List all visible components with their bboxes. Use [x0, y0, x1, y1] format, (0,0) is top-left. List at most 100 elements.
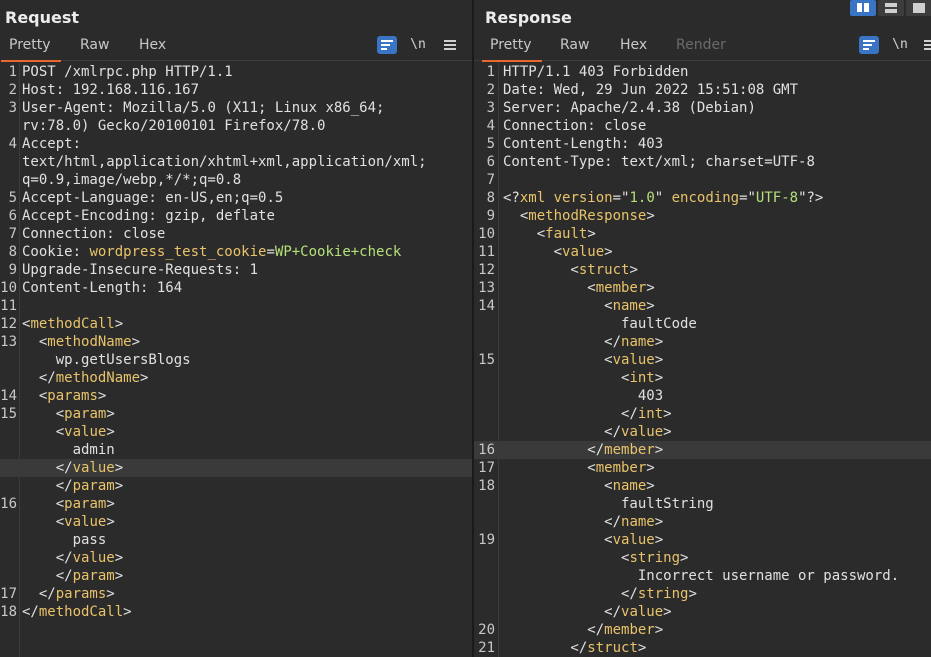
- code-token: >: [663, 406, 672, 422]
- code-token: version: [553, 190, 613, 206]
- code-line: 4 Accept:: [0, 135, 472, 153]
- response-tab-render[interactable]: Render: [676, 37, 726, 53]
- code-token: value: [64, 514, 107, 530]
- code-token: encoding: [671, 190, 740, 206]
- code-line: 10 <fault>: [474, 225, 931, 243]
- code-token: >: [123, 604, 132, 620]
- code-token: <: [503, 352, 613, 368]
- line-code: faultString: [503, 495, 714, 513]
- code-token: Content-Length:: [503, 136, 638, 152]
- code-token: name: [612, 478, 647, 494]
- hamburger-menu-icon[interactable]: [920, 36, 931, 54]
- code-token: </: [503, 424, 622, 440]
- code-token: >: [106, 496, 115, 512]
- code-token: value: [72, 550, 115, 566]
- line-code: <param>: [22, 495, 115, 513]
- line-code: <param>: [22, 405, 115, 423]
- request-tab-raw[interactable]: Raw: [80, 37, 109, 53]
- line-code: admin: [22, 441, 115, 459]
- line-code: </methodCall>: [22, 603, 132, 621]
- code-line: rv:78.0) Gecko/20100101 Firefox/78.0: [0, 117, 472, 135]
- line-number: 14: [478, 298, 495, 314]
- code-token: >: [114, 460, 124, 476]
- code-token: 1.0: [629, 190, 655, 206]
- layout-columns-icon[interactable]: [850, 0, 876, 16]
- request-editor[interactable]: 1 POST /xmlrpc.php HTTP/1.1 2 Host: 192.168…: [0, 62, 472, 657]
- line-code: HTTP/1.1 403 Forbidden: [503, 63, 688, 81]
- line-code: Content-Type: text/xml; charset=UTF-8: [503, 153, 815, 171]
- line-code: </member>: [503, 441, 663, 459]
- code-line: <value>: [0, 423, 472, 441]
- code-token: value: [72, 460, 115, 476]
- code-token: Accept-Encoding:: [22, 208, 166, 224]
- line-code: POST /xmlrpc.php HTTP/1.1: [22, 63, 233, 81]
- code-token: >: [646, 298, 655, 314]
- code-line: admin: [0, 441, 472, 459]
- request-tab-pretty[interactable]: Pretty: [1, 37, 60, 62]
- wrap-lines-icon[interactable]: [859, 36, 879, 54]
- line-number: 21: [478, 640, 495, 656]
- line-number: 13: [478, 280, 495, 296]
- code-token: close: [604, 118, 647, 134]
- code-token: Server:: [503, 100, 571, 116]
- code-token: 192.168.116.167: [72, 82, 200, 98]
- code-token: >: [604, 244, 613, 260]
- code-token: <: [503, 298, 613, 314]
- code-line: <value>: [0, 513, 472, 531]
- code-token: string: [637, 586, 689, 602]
- code-token: Upgrade-Insecure-Requests:: [22, 262, 250, 278]
- line-code: faultCode: [503, 315, 697, 333]
- line-number: 5: [8, 190, 17, 206]
- code-line: 3 User-Agent: Mozilla/5.0 (X11; Linux x86…: [0, 99, 472, 117]
- response-tab-raw[interactable]: Raw: [560, 37, 589, 53]
- line-code: <name>: [503, 477, 655, 495]
- code-line: 19 <value>: [474, 531, 931, 549]
- response-editor[interactable]: 1 HTTP/1.1 403 Forbidden 2 Date: Wed, 29 Ju…: [474, 62, 931, 657]
- line-code: </value>: [503, 423, 672, 441]
- line-code: Accept:: [22, 135, 81, 153]
- layout-tabs-icon[interactable]: [906, 0, 931, 16]
- response-tab-pretty[interactable]: Pretty: [482, 37, 541, 62]
- code-token: Connection:: [503, 118, 605, 134]
- code-line: 16 </member>: [474, 441, 931, 459]
- code-token: >: [106, 424, 115, 440]
- code-line: 15 <value>: [474, 351, 931, 369]
- code-token: gzip, deflate: [165, 208, 275, 224]
- code-token: en-US,en;q=0.5: [165, 190, 284, 206]
- line-number: 9: [486, 208, 495, 224]
- line-code: Date: Wed, 29 Jun 2022 15:51:08 GMT: [503, 81, 798, 99]
- code-token: </: [503, 334, 622, 350]
- line-code: </params>: [22, 585, 115, 603]
- code-token: </: [22, 478, 73, 494]
- code-line: </value>: [474, 603, 931, 621]
- code-token: <: [503, 532, 613, 548]
- code-line: 6 Content-Type: text/xml; charset=UTF-8: [474, 153, 931, 171]
- line-code: Connection: close: [22, 225, 165, 243]
- show-newlines-icon[interactable]: \n: [408, 36, 428, 54]
- code-token: >: [114, 478, 124, 494]
- code-line: </value>: [0, 549, 472, 567]
- show-newlines-icon[interactable]: \n: [890, 36, 910, 54]
- response-title: Response: [485, 8, 572, 27]
- code-line: </param>: [0, 567, 472, 585]
- wrap-lines-icon[interactable]: [377, 36, 397, 54]
- request-tab-hex[interactable]: Hex: [139, 37, 166, 53]
- code-token: >: [106, 514, 115, 530]
- line-code: Host: 192.168.116.167: [22, 81, 199, 99]
- hamburger-menu-icon[interactable]: [440, 36, 460, 54]
- code-token: <: [503, 244, 563, 260]
- code-token: Mozilla/5.0 (X11; Linux x86_64;: [123, 100, 385, 116]
- layout-rows-icon[interactable]: [878, 0, 904, 16]
- code-token: "?>: [798, 190, 824, 206]
- code-token: >: [663, 424, 672, 440]
- code-token: ": [654, 190, 672, 206]
- response-tab-hex[interactable]: Hex: [620, 37, 647, 53]
- code-line: faultString: [474, 495, 931, 513]
- code-token: </: [503, 442, 605, 458]
- line-number: 1: [486, 64, 495, 80]
- line-code: Accept-Language: en-US,en;q=0.5: [22, 189, 283, 207]
- code-line: 14 <params>: [0, 387, 472, 405]
- line-code: </param>: [22, 567, 123, 585]
- code-token: =": [739, 190, 756, 206]
- code-line: 6 Accept-Encoding: gzip, deflate: [0, 207, 472, 225]
